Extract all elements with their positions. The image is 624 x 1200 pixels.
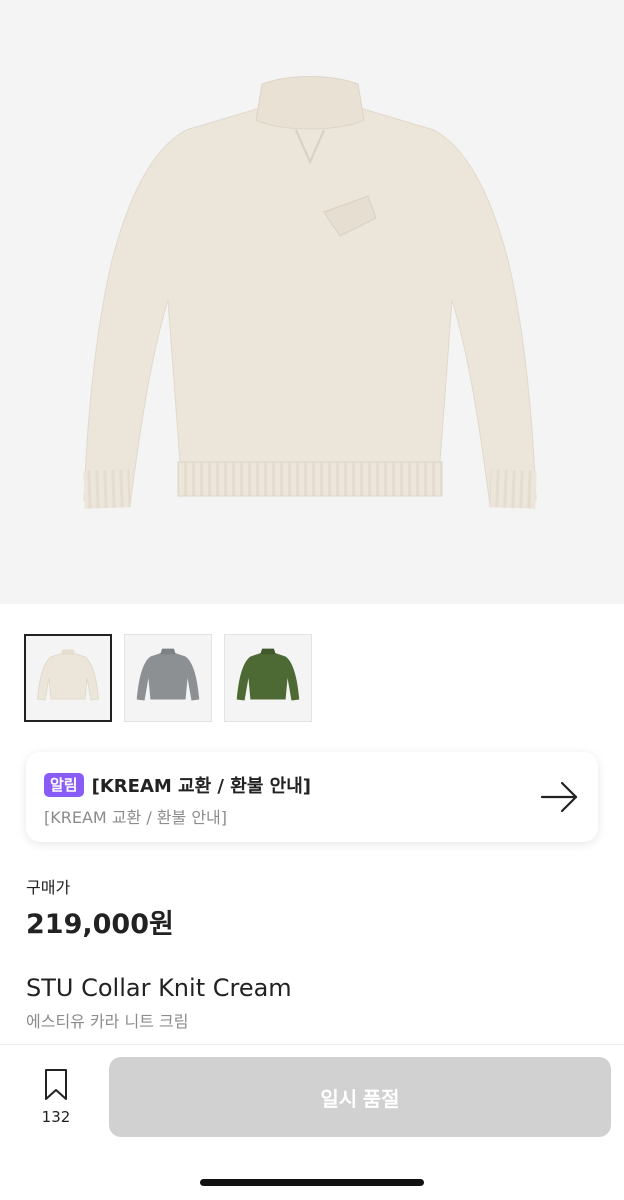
thumbnail-gray-image — [136, 648, 200, 701]
notice-title: [KREAM 교환 / 환불 안내] — [91, 776, 312, 797]
thumbnail-gray[interactable] — [124, 634, 212, 722]
bookmark-button[interactable]: 132 — [36, 1068, 76, 1126]
price-label: 구매가 — [26, 878, 71, 897]
sweater-image — [83, 76, 537, 509]
sold-out-button[interactable]: 일시 품절 — [109, 1057, 611, 1137]
price-value: 219,000원 — [26, 909, 174, 940]
bookmark-count: 132 — [41, 1108, 71, 1126]
bookmark-icon — [45, 1069, 67, 1100]
exchange-refund-notice-card[interactable]: 알림 [KREAM 교환 / 환불 안내] [KREAM 교환 / 환불 안내] — [26, 752, 598, 842]
bottom-bar-divider — [0, 1044, 624, 1045]
product-name-korean: 에스티유 카라 니트 크림 — [26, 1012, 189, 1031]
arrow-right-icon — [540, 781, 578, 813]
product-name-english: STU Collar Knit Cream — [26, 974, 292, 1002]
home-indicator[interactable] — [200, 1179, 424, 1186]
thumbnail-cream[interactable] — [24, 634, 112, 722]
notice-header: 알림 [KREAM 교환 / 환불 안내] — [44, 772, 311, 798]
product-hero-image[interactable] — [0, 0, 624, 604]
notice-badge: 알림 — [44, 773, 84, 797]
thumbnail-cream-image — [37, 649, 99, 701]
thumbnail-strip — [24, 634, 312, 722]
notice-subtitle: [KREAM 교환 / 환불 안내] — [44, 808, 228, 827]
thumbnail-green[interactable] — [224, 634, 312, 722]
thumbnail-green-image — [236, 648, 300, 701]
